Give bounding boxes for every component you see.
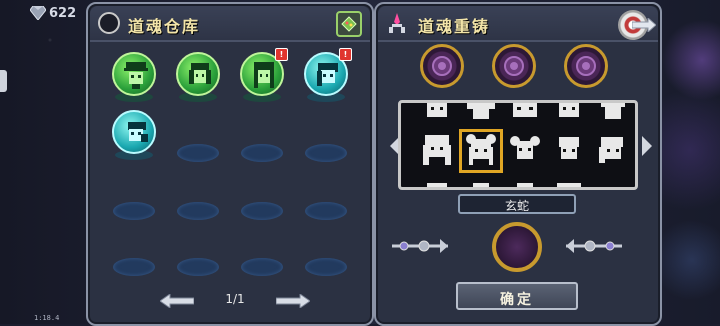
recast-header: 道魂重铸 <box>378 6 658 42</box>
portrait[interactable] <box>463 181 499 190</box>
soul-orb <box>112 52 156 96</box>
soul-face-icon <box>128 122 148 142</box>
portrait[interactable] <box>463 100 499 125</box>
background-decoration <box>662 0 720 324</box>
soul-slot[interactable] <box>176 52 220 102</box>
side-drawer-tab[interactable] <box>0 70 7 92</box>
soul-orb <box>112 110 156 154</box>
soul-slot[interactable] <box>112 110 156 160</box>
soul-slot[interactable] <box>112 52 156 102</box>
empty-slot[interactable] <box>305 258 347 276</box>
soul-slot[interactable]: ! <box>304 48 352 102</box>
arrow-left-icon[interactable] <box>160 294 194 308</box>
soul-face-icon <box>124 62 148 89</box>
empty-slot[interactable] <box>177 144 219 162</box>
arrow-right-icon[interactable] <box>276 294 310 308</box>
portrait[interactable] <box>419 181 455 190</box>
soul-face-icon <box>317 63 338 86</box>
portrait[interactable] <box>507 100 543 125</box>
empty-slot[interactable] <box>113 258 155 276</box>
portrait[interactable] <box>551 181 587 190</box>
gem-icon <box>30 6 46 20</box>
material-socket[interactable] <box>492 44 536 88</box>
empty-slot[interactable] <box>177 202 219 220</box>
portrait-selected[interactable] <box>459 129 503 173</box>
empty-slot[interactable] <box>241 144 283 162</box>
portrait[interactable] <box>419 100 455 125</box>
storage-title: 道魂仓库 <box>128 17 201 36</box>
gem-count: 622 <box>49 5 77 21</box>
recast-title: 道魂重铸 <box>418 17 491 36</box>
gem-counter: 622 <box>30 4 76 22</box>
socket-icon <box>576 56 596 76</box>
ornament-icon <box>566 239 622 253</box>
empty-slot[interactable] <box>241 258 283 276</box>
soul-face-icon <box>189 63 211 84</box>
portrait[interactable] <box>507 181 543 190</box>
back-button[interactable] <box>618 10 656 40</box>
soul-face-icon <box>254 62 274 88</box>
storage-emblem-icon <box>98 12 120 34</box>
new-badge: ! <box>275 48 288 61</box>
soul-recast-panel: 道魂重铸 玄蛇 确定 <box>374 2 662 326</box>
sort-icon <box>341 16 357 32</box>
empty-slot[interactable] <box>113 202 155 220</box>
pager: 1/1 <box>160 292 310 310</box>
socket-icon <box>504 56 524 76</box>
soul-storage-panel: 道魂仓库 ! ! 1/1 <box>86 2 374 326</box>
recast-result-socket[interactable] <box>492 222 542 272</box>
portrait-carousel <box>398 100 638 190</box>
confirm-label: 确定 <box>500 292 534 308</box>
page-label: 1/1 <box>225 292 245 306</box>
portrait[interactable] <box>507 133 543 169</box>
empty-slot[interactable] <box>305 202 347 220</box>
empty-slot[interactable] <box>177 258 219 276</box>
storage-header: 道魂仓库 <box>90 6 370 42</box>
portrait[interactable] <box>551 100 587 125</box>
portrait[interactable] <box>551 133 587 169</box>
portrait-next-icon[interactable] <box>642 136 652 156</box>
selected-name: 玄蛇 <box>458 194 576 214</box>
empty-slot[interactable] <box>241 202 283 220</box>
material-socket[interactable] <box>420 44 464 88</box>
sort-button[interactable] <box>336 11 362 37</box>
recast-emblem-icon <box>389 13 405 33</box>
portrait[interactable] <box>595 100 631 125</box>
material-socket[interactable] <box>564 44 608 88</box>
portrait[interactable] <box>595 133 631 169</box>
new-badge: ! <box>339 48 352 61</box>
soul-orb <box>176 52 220 96</box>
socket-icon <box>432 56 452 76</box>
ornament-icon <box>392 239 448 253</box>
empty-slot[interactable] <box>305 144 347 162</box>
portrait[interactable] <box>419 133 455 169</box>
recast-material-sockets <box>416 44 626 96</box>
confirm-button[interactable]: 确定 <box>456 282 578 310</box>
back-arrow-icon <box>632 18 656 32</box>
timer-text: 1:18.4 <box>34 314 60 322</box>
soul-slot[interactable]: ! <box>240 48 288 102</box>
